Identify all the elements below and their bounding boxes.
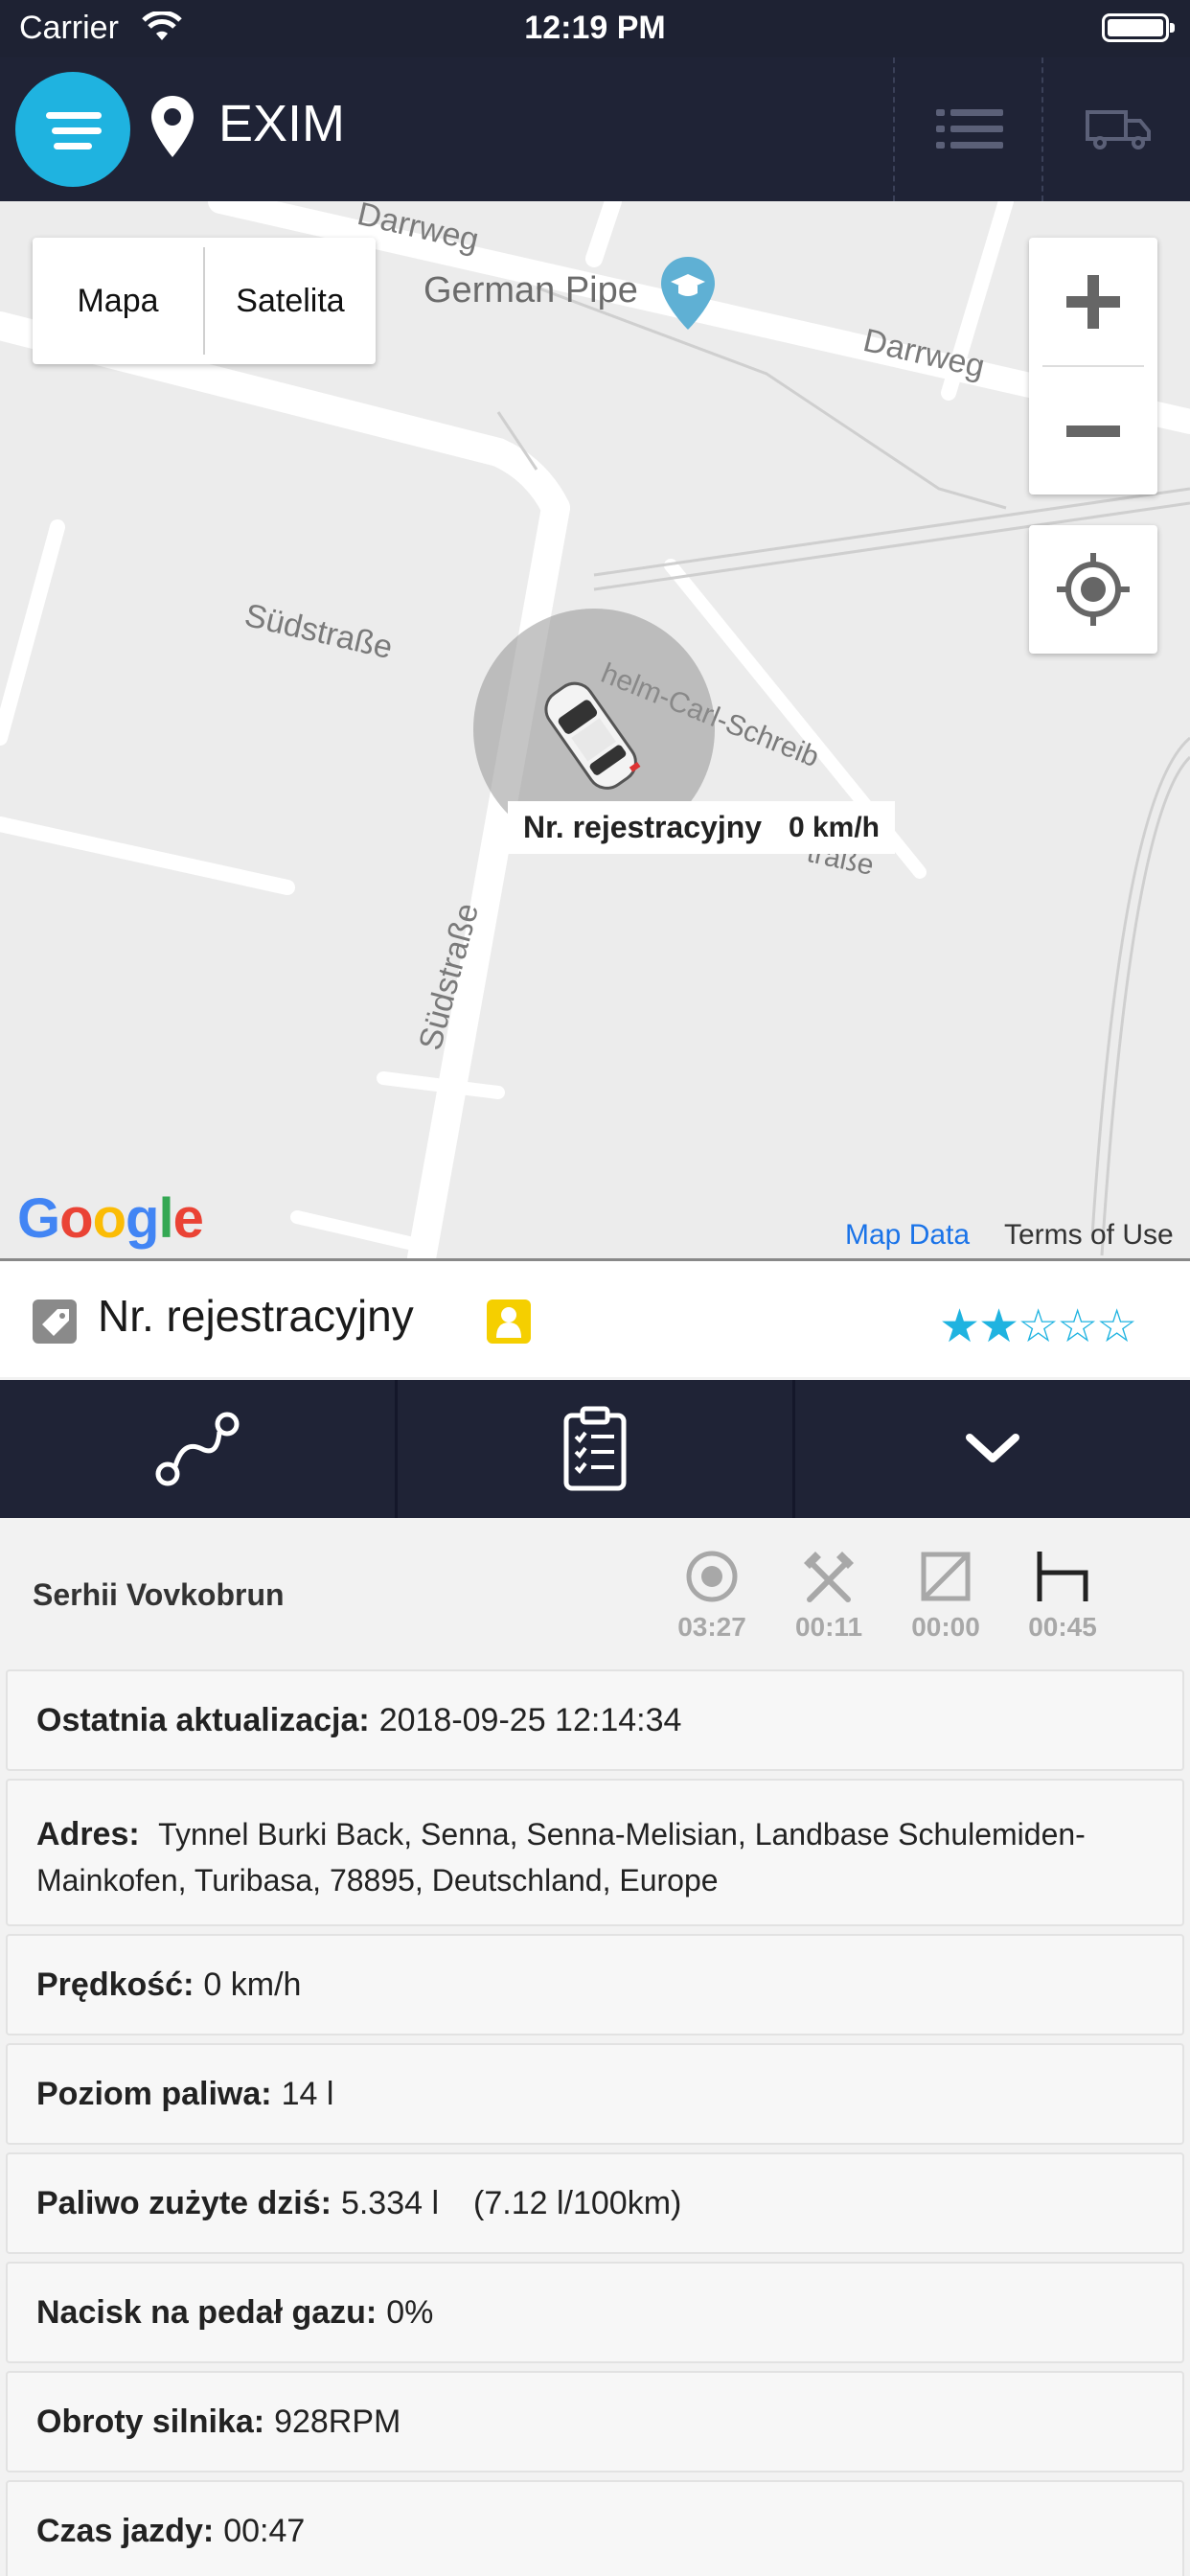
car-marker-icon[interactable]	[529, 671, 653, 805]
info-value-extra: (7.12 l/100km)	[473, 2184, 682, 2221]
map-type-toggle: Mapa Satelita	[33, 238, 376, 364]
zoom-in-button[interactable]	[1029, 238, 1157, 365]
star-empty-icon: ☆	[1096, 1301, 1137, 1352]
info-rpm: Obroty silnika: 928RPM	[6, 2371, 1184, 2472]
driver-name: Serhii Vovkobrun	[33, 1577, 285, 1612]
info-label: Obroty silnika:	[36, 2403, 265, 2440]
vehicles-button[interactable]	[1041, 58, 1190, 201]
tag-icon	[33, 1300, 77, 1344]
info-value: Tynnel Burki Back, Senna, Senna-Melisian…	[36, 1817, 1086, 1898]
app-screen: Carrier 12:19 PM EXIM Mapa Satelita Darr…	[0, 0, 1190, 2576]
info-value: 5.334 l	[340, 2184, 440, 2221]
stat-rest: 00:45	[1010, 1547, 1115, 1643]
menu-button[interactable]	[15, 72, 130, 187]
list-icon	[935, 109, 1003, 149]
zoom-control	[1029, 238, 1157, 494]
stat-driving: 03:27	[659, 1547, 765, 1643]
crosshair-icon	[1057, 553, 1130, 626]
stat-work-value: 00:11	[794, 1612, 863, 1642]
vehicle-map-label-name: Nr. rejestracyjny	[523, 810, 763, 844]
map-view[interactable]: Mapa Satelita Darrweg Darrweg German Pip…	[0, 201, 1190, 1258]
driver-badge-icon	[487, 1300, 531, 1344]
info-speed: Prędkość: 0 km/h	[6, 1934, 1184, 2036]
map-data-link[interactable]: Map Data	[845, 1219, 970, 1252]
info-value: 2018-09-25 12:14:34	[378, 1701, 682, 1738]
info-fuel-today: Paliwo zużyte dziś: 5.334 l (7.12 l/100k…	[6, 2152, 1184, 2254]
school-pin-icon	[661, 257, 715, 330]
poi-label: German Pipe	[423, 270, 638, 310]
location-pin-icon	[151, 96, 194, 157]
chevron-down-icon	[966, 1434, 1019, 1462]
stat-work: 00:11	[776, 1547, 881, 1643]
star-empty-icon: ☆	[1018, 1301, 1059, 1352]
info-pedal: Nacisk na pedał gazu: 0%	[6, 2262, 1184, 2363]
header-title: EXIM	[218, 95, 346, 152]
google-logo: Google	[17, 1187, 204, 1250]
stat-driving-value: 03:27	[677, 1612, 746, 1642]
info-value: 0 km/h	[203, 1966, 302, 2003]
stat-availability-value: 00:00	[911, 1612, 980, 1642]
plus-icon	[1066, 274, 1120, 329]
menu-line-icon	[54, 143, 92, 150]
menu-line-icon	[46, 112, 102, 119]
tools-icon	[804, 1552, 854, 1602]
info-label: Nacisk na pedał gazu:	[36, 2293, 378, 2331]
vehicle-bar: Nr. rejestracyjny ★★☆☆☆	[0, 1258, 1190, 1377]
vehicle-map-label-speed: 0 km/h	[788, 811, 880, 843]
vehicle-name: Nr. rejestracyjny	[98, 1291, 414, 1341]
app-header: EXIM	[0, 58, 1190, 201]
vehicle-map-label: Nr. rejestracyjny 0 km/h	[508, 801, 895, 854]
bed-icon	[1037, 1552, 1088, 1601]
star-filled-icon: ★	[939, 1301, 980, 1352]
terms-of-use-link[interactable]: Terms of Use	[1004, 1219, 1174, 1252]
stat-rest-value: 00:45	[1028, 1612, 1097, 1642]
info-label: Ostatnia aktualizacja:	[36, 1701, 370, 1738]
clock: 12:19 PM	[524, 10, 666, 46]
info-value: 00:47	[223, 2512, 306, 2549]
info-label: Czas jazdy:	[36, 2512, 215, 2549]
truck-icon	[1085, 110, 1151, 150]
info-label: Prędkość:	[36, 1966, 195, 2003]
route-button[interactable]	[0, 1380, 398, 1518]
info-label: Paliwo zużyte dziś:	[36, 2184, 332, 2221]
vehicle-info-list: Ostatnia aktualizacja: 2018-09-25 12:14:…	[6, 1669, 1184, 2576]
status-bar: Carrier 12:19 PM	[0, 0, 1190, 58]
clipboard-icon	[563, 1406, 627, 1491]
info-value: 0%	[386, 2293, 434, 2331]
box-slash-icon	[921, 1552, 971, 1601]
rating-stars: ★★☆☆☆	[939, 1300, 1137, 1353]
info-value: 928RPM	[274, 2403, 401, 2440]
battery-icon	[1102, 13, 1175, 42]
route-icon	[155, 1412, 240, 1486]
info-last-update: Ostatnia aktualizacja: 2018-09-25 12:14:…	[6, 1669, 1184, 1771]
star-empty-icon: ☆	[1057, 1301, 1098, 1352]
info-value: 14 l	[281, 2075, 334, 2112]
info-label: Poziom paliwa:	[36, 2075, 272, 2112]
map-type-map-button[interactable]: Mapa	[33, 238, 203, 364]
star-filled-icon: ★	[978, 1301, 1019, 1352]
driver-row: Serhii Vovkobrun 03:27 00:11 00:00 00:45	[0, 1520, 1190, 1664]
info-fuel-level: Poziom paliwa: 14 l	[6, 2043, 1184, 2145]
stat-availability: 00:00	[893, 1547, 998, 1643]
minus-icon	[1066, 425, 1120, 437]
report-button[interactable]	[398, 1380, 795, 1518]
map-type-satellite-button[interactable]: Satelita	[205, 238, 376, 364]
my-location-button[interactable]	[1029, 525, 1157, 654]
menu-line-icon	[52, 127, 102, 134]
action-bar	[0, 1380, 1190, 1518]
target-icon	[686, 1551, 738, 1602]
list-view-button[interactable]	[893, 58, 1043, 201]
info-address: Adres: Tynnel Burki Back, Senna, Senna-M…	[6, 1779, 1184, 1926]
info-drive-time: Czas jazdy: 00:47	[6, 2480, 1184, 2576]
expand-button[interactable]	[795, 1380, 1190, 1518]
info-label: Adres:	[36, 1816, 140, 1852]
zoom-out-button[interactable]	[1029, 367, 1157, 494]
